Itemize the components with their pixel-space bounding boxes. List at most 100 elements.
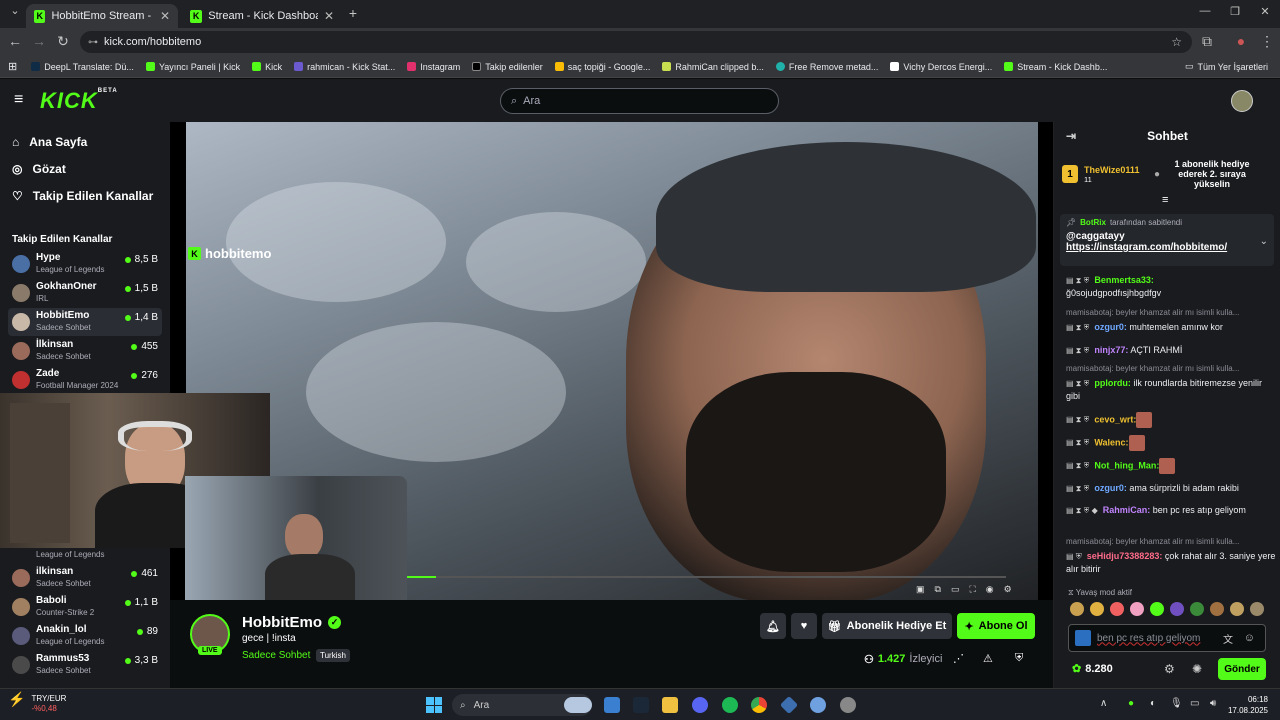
sidebar-channel-ilkinsan[interactable]: İlkinsan Sadece Sohbet 455 [8, 337, 162, 365]
emote-icon[interactable] [1230, 602, 1244, 616]
steam-icon[interactable] [633, 697, 649, 713]
profile-icon[interactable]: ● [1232, 33, 1250, 49]
minimize-icon[interactable]: — [1196, 5, 1214, 17]
menu-kebab-icon[interactable]: ⋮ [1258, 33, 1276, 50]
bookmark-instagram[interactable]: Instagram [407, 62, 460, 72]
bookmark-star-icon[interactable]: ☆ [1171, 35, 1182, 49]
search-input[interactable]: ⌕ Ara [500, 88, 779, 114]
top-gifter[interactable]: TheWize0111 11 [1084, 165, 1154, 184]
sidebar-channel-baboli[interactable]: Baboli Counter-Strike 2 1,1 B [8, 593, 162, 621]
window-close-icon[interactable]: ✕ [1256, 5, 1274, 18]
browser-tab-hobbitemo[interactable]: K HobbitEmo Stream - Watch Live ✕ [26, 4, 178, 28]
pip-icon[interactable]: ⧉ [935, 584, 941, 595]
chat-rules-icon[interactable]: ✺ [1192, 662, 1202, 676]
emote-icon[interactable] [1190, 602, 1204, 616]
app-orb-icon[interactable] [810, 697, 826, 713]
system-clock[interactable]: 06:18 17.08.2025 [1222, 694, 1268, 716]
bookmark-kick-stats[interactable]: rahmican - Kick Stat... [294, 62, 395, 72]
currency-widget[interactable]: ⚡ TRY/EUR -%0,48 [8, 692, 66, 714]
video-progress-bar[interactable] [406, 576, 1006, 578]
bookmark-metadata[interactable]: Free Remove metad... [775, 62, 878, 72]
chevron-down-icon[interactable]: ⌄ [1260, 236, 1268, 247]
bookmark-yayinci-paneli[interactable]: Yayıncı Paneli | Kick [145, 62, 240, 72]
emote-icon[interactable] [1090, 602, 1104, 616]
app-diamond-icon[interactable] [779, 695, 799, 715]
quality-icon[interactable]: ◉ [986, 584, 994, 595]
app-ring-icon[interactable] [840, 697, 856, 713]
emote-icon[interactable] [1130, 602, 1144, 616]
language-tag[interactable]: Turkish [316, 649, 350, 662]
settings-gear-icon[interactable]: ⚙ [1004, 584, 1012, 595]
tray-app-icon[interactable]: ◐ [1150, 698, 1156, 709]
follow-heart-button[interactable]: ♥ [791, 613, 817, 639]
share-icon[interactable]: ⋰ [953, 652, 964, 665]
tab-search-icon[interactable]: ⌄ [6, 4, 24, 17]
expand-leaderboard-icon[interactable]: ≡ [1162, 194, 1168, 206]
volume-icon[interactable]: 🔊︎ [1210, 698, 1216, 709]
emote-icon[interactable] [1110, 602, 1124, 616]
stream-category[interactable]: Sadece Sohbet [242, 650, 310, 661]
nav-following[interactable]: ♡ Takip Edilen Kanallar [12, 189, 153, 203]
bookmark-kick[interactable]: Kick [252, 62, 282, 72]
emote-icon[interactable] [1170, 602, 1184, 616]
send-button[interactable]: Gönder [1218, 658, 1266, 680]
subscribe-button[interactable]: ✦ Abone Ol [957, 613, 1035, 639]
sidebar-channel-hobbitemo[interactable]: HobbitEmo Sadece Sohbet 1,4 B [8, 308, 162, 336]
microphone-icon[interactable]: 🎙︎ [1170, 698, 1183, 709]
gift-subscription-button[interactable]: 🎁︎ Abonelik Hediye Et [822, 613, 952, 639]
emoji-icon[interactable]: ☺ [1244, 632, 1255, 644]
chevron-up-icon[interactable]: ∧ [1100, 698, 1107, 709]
nav-home[interactable]: ⌂ Ana Sayfa [12, 135, 87, 149]
back-arrow-icon[interactable]: ← [6, 33, 24, 49]
bookmark-deepl[interactable]: DeepL Translate: Dü... [31, 62, 134, 72]
sidebar-channel-zade[interactable]: Zade Football Manager 2024 276 [8, 366, 162, 394]
pinned-link[interactable]: https://instagram.com/hobbitemo/ [1066, 242, 1268, 253]
tray-status-icon[interactable]: ● [1128, 698, 1134, 709]
address-bar[interactable]: ⊶ kick.com/hobbitemo ☆ [80, 31, 1192, 53]
forward-arrow-icon[interactable]: → [30, 33, 48, 49]
all-bookmarks[interactable]: ▭ Tüm Yer İşaretleri [1185, 61, 1268, 72]
streamer-name[interactable]: HobbitEmo ✓ [242, 614, 341, 631]
bookmark-clipped[interactable]: RahmiCan clipped b... [662, 62, 764, 72]
chat-message-input[interactable]: ben pc res atıp geliyom 文 ☺ [1068, 624, 1266, 652]
report-warning-icon[interactable]: ⚠ [983, 652, 993, 665]
sidebar-channel-gokhanoner[interactable]: GokhanOner IRL 1,5 B [8, 279, 162, 307]
collapse-chat-icon[interactable]: ⇥ [1066, 129, 1076, 143]
new-tab-icon[interactable]: + [344, 5, 362, 21]
bookmark-x[interactable]: Takip edilenler [472, 62, 543, 72]
sidebar-channel-anakin[interactable]: Anakin_lol League of Legends 89 [8, 622, 162, 650]
kick-logo[interactable]: KICKBETA [40, 88, 118, 114]
apps-grid-icon[interactable]: ⊞ [8, 60, 17, 73]
photos-icon[interactable] [604, 697, 620, 713]
sidebar-channel-ilkinsan-2[interactable]: ilkinsan Sadece Sohbet 461 [8, 564, 162, 592]
moderator-icon[interactable]: ⛨ [1015, 652, 1023, 665]
emote-icon[interactable] [1250, 602, 1264, 616]
user-avatar[interactable] [1231, 90, 1253, 112]
extensions-icon[interactable]: ⧉ [1198, 33, 1216, 50]
site-info-icon[interactable]: ⊶ [88, 37, 98, 48]
badge-selector-icon[interactable] [1075, 630, 1091, 646]
bookmark-vichy[interactable]: Vichy Dercos Energi... [890, 62, 992, 72]
maximize-icon[interactable]: ❐ [1226, 5, 1244, 18]
emote-icon[interactable] [1210, 602, 1224, 616]
close-icon[interactable]: ✕ [324, 9, 334, 23]
discord-icon[interactable] [692, 697, 708, 713]
sidebar-channel-rammus53[interactable]: Rammus53 Sadece Sohbet 3,3 B [8, 651, 162, 679]
spotify-icon[interactable] [722, 697, 738, 713]
channel-points[interactable]: ✿ 8.280 [1072, 662, 1113, 676]
bookmark-google[interactable]: saç topiği - Google... [554, 62, 650, 72]
close-icon[interactable]: ✕ [160, 9, 170, 23]
chrome-icon[interactable] [751, 697, 767, 713]
bookmark-dashboard[interactable]: Stream - Kick Dashb... [1004, 62, 1107, 72]
browser-tab-dashboard[interactable]: K Stream - Kick Dashboard ✕ [182, 4, 342, 28]
widget-landscape-icon[interactable] [564, 697, 592, 713]
nav-browse[interactable]: ◎ Gözat [12, 162, 66, 176]
clip-icon[interactable]: ▣ [916, 584, 925, 595]
emote-icon[interactable] [1070, 602, 1084, 616]
translate-icon[interactable]: 文 [1223, 631, 1233, 646]
reload-icon[interactable]: ↻ [54, 33, 72, 50]
windows-start-icon[interactable] [426, 697, 442, 713]
sidebar-channel-hype[interactable]: Hype League of Legends 8,5 B [8, 250, 162, 278]
chat-settings-gear-icon[interactable]: ⚙ [1164, 662, 1175, 676]
display-icon[interactable]: ▭ [1190, 698, 1199, 709]
